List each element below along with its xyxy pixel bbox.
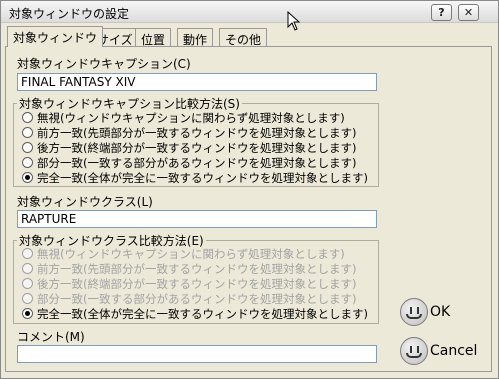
class-input[interactable]: RAPTURE	[17, 210, 377, 228]
smiley-icon	[400, 337, 428, 365]
radio-label: 完全一致(全体が完全に一致するウィンドウを処理対象とします)	[37, 307, 368, 321]
radio-button[interactable]	[22, 112, 33, 123]
tab-target-window[interactable]: 対象ウィンドウ	[7, 26, 104, 47]
radio-button[interactable]	[22, 263, 33, 274]
mouse-cursor-icon	[287, 11, 301, 31]
radio-label: 部分一致(一致する部分があるウィンドウを処理対象とします)	[37, 156, 357, 170]
caption-label: 対象ウィンドウキャプション(C)	[17, 57, 191, 71]
tab-position[interactable]: 位置	[135, 28, 172, 47]
radio-label: 部分一致(一致する部分があるウィンドウを処理対象とします)	[37, 292, 357, 306]
radio-button[interactable]	[22, 127, 33, 138]
ok-button[interactable]: OK	[400, 296, 470, 330]
radio-button[interactable]	[22, 157, 33, 168]
radio-label: 後方一致(終端部分が一致するウィンドウを処理対象とします)	[37, 277, 357, 291]
title-bar[interactable]: 対象ウィンドウの設定 ? ✕	[1, 1, 498, 23]
radio-label: 無視(ウィンドウキャプションに関わらず処理対象とします)	[37, 111, 345, 125]
tab-panel: 対象ウィンドウキャプション(C) FINAL FANTASY XIV 対象ウィン…	[5, 46, 492, 372]
smiley-icon	[400, 298, 428, 326]
comment-label: コメント(M)	[17, 330, 85, 344]
radio-label: 完全一致(全体が完全に一致するウィンドウを処理対象とします)	[37, 171, 368, 185]
cancel-label: Cancel	[430, 343, 478, 359]
close-button[interactable]: ✕	[458, 4, 479, 21]
radio-label: 無視(ウィンドウキャプションに関わらず処理対象とします)	[37, 247, 345, 261]
ok-label: OK	[430, 304, 451, 320]
radio-button-selected[interactable]	[22, 172, 33, 183]
radio-button[interactable]	[22, 293, 33, 304]
radio-label: 後方一致(終端部分が一致するウィンドウを処理対象とします)	[37, 141, 357, 155]
cancel-button[interactable]: Cancel	[400, 335, 490, 369]
settings-dialog: 対象ウィンドウの設定 ? ✕ 対象ウィンドウ サイズ 位置 動作 その他 対象ウ…	[0, 0, 499, 379]
comment-input[interactable]	[17, 345, 377, 363]
radio-button[interactable]	[22, 142, 33, 153]
radio-button-selected[interactable]	[22, 308, 33, 319]
radio-button[interactable]	[22, 278, 33, 289]
window-title: 対象ウィンドウの設定	[9, 7, 130, 21]
tab-other[interactable]: その他	[219, 28, 268, 47]
radio-label: 前方一致(先頭部分が一致するウィンドウを処理対象とします)	[37, 126, 357, 140]
close-icon: ✕	[463, 6, 474, 19]
help-button[interactable]: ?	[431, 4, 452, 21]
help-icon: ?	[438, 6, 445, 19]
caption-input[interactable]: FINAL FANTASY XIV	[17, 73, 377, 91]
radio-label: 前方一致(先頭部分が一致するウィンドウを処理対象とします)	[37, 262, 357, 276]
tab-behavior[interactable]: 動作	[177, 28, 214, 47]
radio-button[interactable]	[22, 248, 33, 259]
class-label: 対象ウィンドウクラス(L)	[17, 195, 153, 209]
